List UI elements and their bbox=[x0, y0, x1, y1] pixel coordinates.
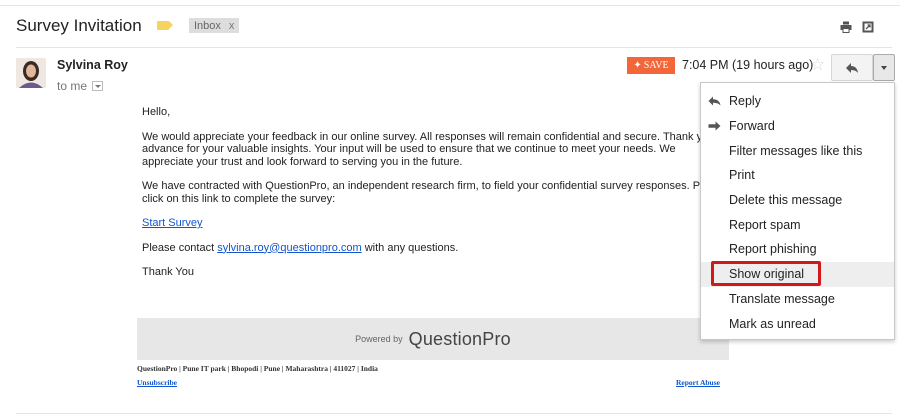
inbox-label-chip[interactable]: Inbox x bbox=[189, 18, 240, 33]
report-abuse-link[interactable]: Report Abuse bbox=[676, 378, 720, 387]
inbox-label-text: Inbox bbox=[194, 19, 221, 32]
bottom-divider bbox=[16, 413, 892, 414]
remove-label-button[interactable]: x bbox=[229, 20, 235, 32]
avatar[interactable] bbox=[16, 58, 46, 88]
menu-item-label: Report phishing bbox=[729, 242, 817, 257]
menu-item-label: Mark as unread bbox=[729, 316, 816, 331]
menu-item-label: Delete this message bbox=[729, 193, 843, 208]
footer-address: QuestionPro | Pune IT park | Bhopodi | P… bbox=[137, 364, 378, 373]
contact-line: Please contact sylvina.roy@questionpro.c… bbox=[142, 242, 712, 255]
menu-item-label: Forward bbox=[729, 119, 775, 134]
menu-item-label: Report spam bbox=[729, 217, 801, 232]
message-body: Hello, We would appreciate your feedback… bbox=[142, 106, 712, 291]
menu-item-report-spam[interactable]: Report spam bbox=[701, 212, 894, 237]
contact-suffix: with any questions. bbox=[364, 241, 459, 254]
start-survey-link[interactable]: Start Survey bbox=[142, 217, 203, 229]
recipient-text: to me bbox=[57, 79, 88, 93]
print-icon[interactable] bbox=[840, 20, 852, 33]
reply-icon bbox=[846, 63, 858, 73]
greeting: Hello, bbox=[142, 106, 171, 118]
reply-button[interactable] bbox=[831, 54, 873, 81]
forward-icon bbox=[708, 121, 721, 131]
menu-item-label: Reply bbox=[729, 94, 761, 109]
email-subject: Survey Invitation bbox=[16, 16, 142, 35]
sender-name[interactable]: Sylvina Roy bbox=[57, 58, 128, 72]
menu-item-print[interactable]: Print bbox=[701, 163, 894, 188]
message-timestamp: 7:04 PM (19 hours ago) bbox=[682, 58, 814, 72]
powered-by-banner: Powered by QuestionPro bbox=[137, 318, 729, 360]
header-divider bbox=[16, 47, 892, 48]
unsubscribe-link[interactable]: Unsubscribe bbox=[137, 378, 177, 387]
recipient-details-dropdown[interactable] bbox=[92, 81, 104, 91]
top-divider bbox=[0, 5, 900, 6]
menu-item-show-original[interactable]: Show original bbox=[701, 261, 894, 287]
menu-item-label: Filter messages like this bbox=[729, 143, 863, 158]
menu-item-delete[interactable]: Delete this message bbox=[701, 188, 894, 213]
menu-item-label: Translate message bbox=[729, 291, 835, 306]
recipient-line: to me bbox=[57, 79, 104, 93]
paragraph-feedback: We would appreciate your feedback in our… bbox=[142, 130, 702, 168]
menu-item-reply[interactable]: Reply bbox=[701, 89, 894, 114]
menu-item-report-phishing[interactable]: Report phishing bbox=[701, 237, 894, 262]
tag-icon[interactable] bbox=[157, 21, 173, 30]
menu-item-label: Print bbox=[729, 168, 755, 183]
contact-email-link[interactable]: sylvina.roy@questionpro.com bbox=[217, 242, 361, 254]
menu-item-translate[interactable]: Translate message bbox=[701, 287, 894, 312]
paragraph-contract: We have contracted with QuestionPro, an … bbox=[142, 180, 703, 205]
new-window-icon[interactable] bbox=[862, 20, 874, 33]
save-button[interactable]: ✦ SAVE bbox=[627, 57, 675, 74]
save-icon: ✦ bbox=[633, 60, 642, 71]
star-icon[interactable]: ☆ bbox=[810, 56, 825, 73]
menu-item-forward[interactable]: Forward bbox=[701, 114, 894, 139]
powered-by-text: Powered by bbox=[355, 334, 403, 344]
menu-item-label: Show original bbox=[729, 267, 805, 282]
menu-item-filter[interactable]: Filter messages like this bbox=[701, 138, 894, 163]
contact-prefix: Please contact bbox=[142, 241, 215, 254]
reply-icon bbox=[708, 96, 721, 106]
closing: Thank You bbox=[142, 266, 194, 278]
menu-item-mark-unread[interactable]: Mark as unread bbox=[701, 311, 894, 336]
message-options-menu: Reply Forward Filter messages like this … bbox=[700, 82, 895, 340]
save-label: SAVE bbox=[643, 60, 669, 71]
more-options-icon[interactable] bbox=[873, 54, 895, 81]
questionpro-logo: QuestionPro bbox=[408, 328, 511, 349]
